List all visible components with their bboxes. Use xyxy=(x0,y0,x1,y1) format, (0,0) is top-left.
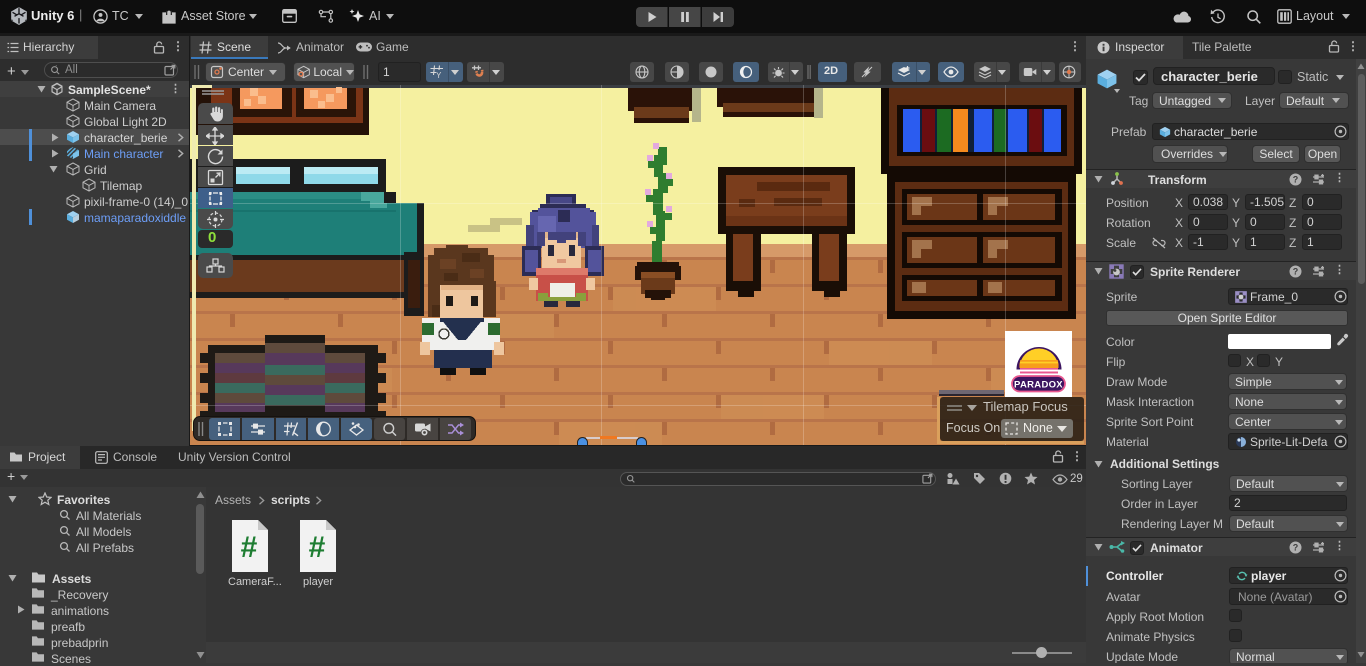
svg-text:?: ? xyxy=(1293,543,1299,553)
svg-text:#: # xyxy=(309,531,326,564)
svg-text:#: # xyxy=(241,531,258,564)
svg-text:?: ? xyxy=(1293,175,1299,185)
svg-text:Y: Y xyxy=(436,71,442,79)
svg-text:PARADOX: PARADOX xyxy=(1014,380,1063,391)
svg-text:?: ? xyxy=(1293,267,1299,277)
